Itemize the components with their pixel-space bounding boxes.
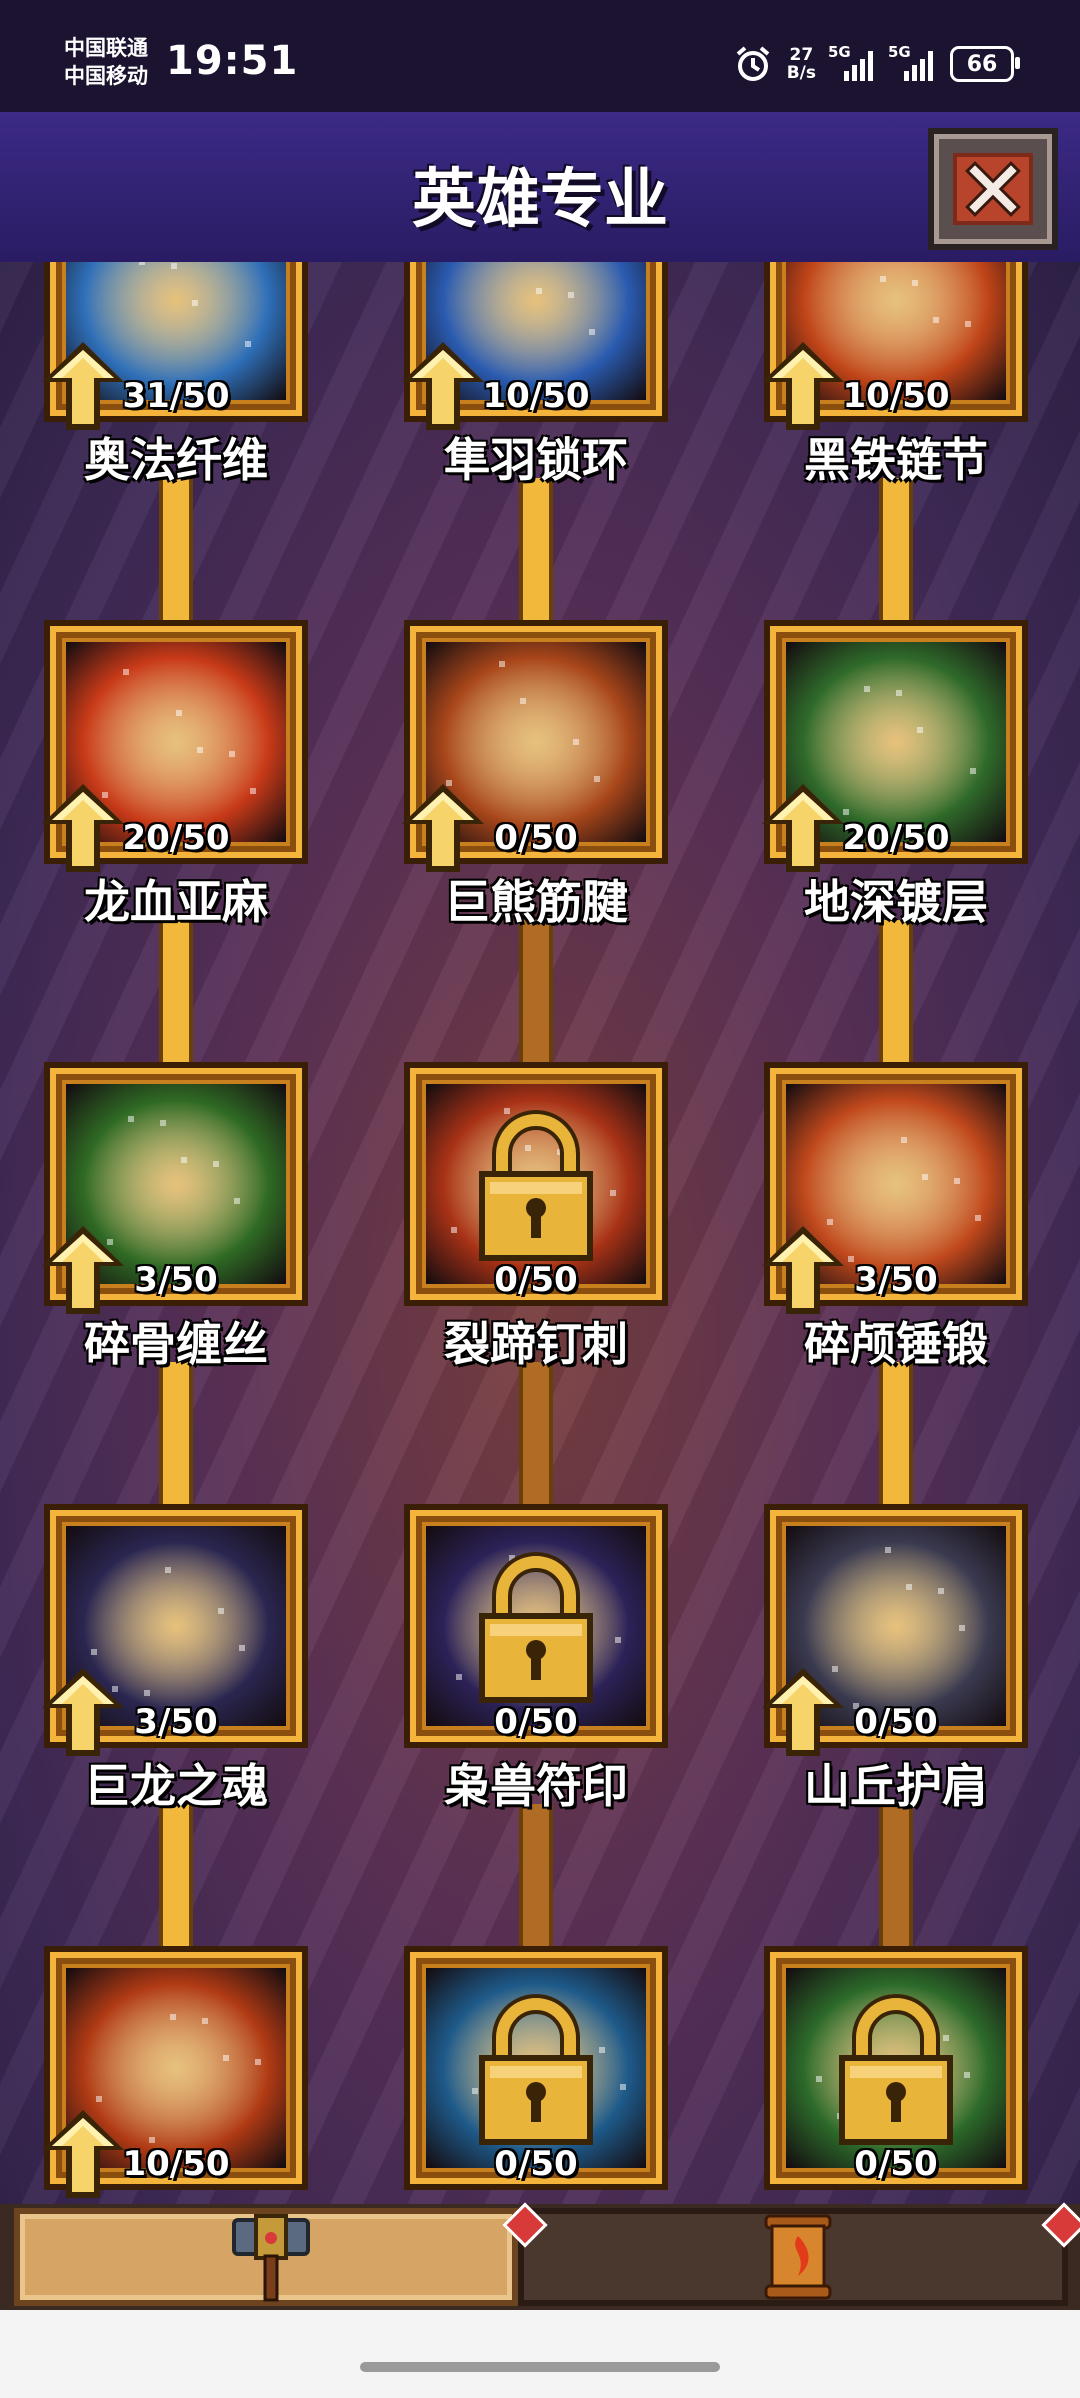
skill-node[interactable]: 0/50 巨熊筋腱 [402, 620, 668, 929]
skill-node[interactable]: 10/50 黑铁链节 [762, 262, 1028, 487]
skill-name: 碎颅锤锻 [804, 1317, 988, 1371]
skill-node[interactable]: 0/50 [404, 1946, 668, 2190]
skill-level: 3/50 [134, 1702, 218, 1742]
skill-node[interactable]: 10/50 隼羽锁环 [402, 262, 668, 487]
tree-connector [159, 1362, 193, 1508]
signal-2-label: 5G [888, 43, 911, 61]
page-header: 英雄专业 [0, 112, 1080, 268]
skill-level: 3/50 [134, 1260, 218, 1300]
skill-name: 巨龙之魂 [84, 1759, 268, 1813]
skill-name: 龙血亚麻 [84, 875, 268, 929]
skill-node[interactable]: 3/50 碎颅锤锻 [762, 1062, 1028, 1371]
tree-connector [879, 1804, 913, 1950]
carrier-2: 中国移动 [64, 64, 148, 88]
tree-connector [519, 1362, 553, 1508]
skill-node[interactable]: 0/50 枭兽符印 [404, 1504, 668, 1813]
skill-node[interactable]: 0/50 [764, 1946, 1028, 2190]
signal-1-icon: 5G [828, 43, 876, 81]
battery-icon: 66 [950, 46, 1020, 82]
skill-name: 巨熊筋腱 [444, 875, 628, 929]
close-button[interactable] [928, 128, 1058, 250]
skill-name: 山丘护肩 [804, 1759, 988, 1813]
skill-level: 20/50 [842, 818, 950, 858]
skill-tree[interactable]: 31/50 奥法纤维 10/50 隼羽锁环 10/50 黑铁链节 20/50 龙血亚麻 0/50… [0, 262, 1080, 2210]
lock-icon [426, 1526, 646, 1726]
skill-node[interactable]: 0/50 山丘护肩 [762, 1504, 1028, 1813]
skill-node[interactable]: 3/50 碎骨缠丝 [42, 1062, 308, 1371]
skill-name: 黑铁链节 [804, 433, 988, 487]
skill-level: 0/50 [854, 2144, 938, 2184]
tree-connector [519, 478, 553, 624]
tree-connector [519, 920, 553, 1066]
skill-level: 10/50 [482, 376, 590, 416]
skill-node[interactable]: 0/50 裂蹄钉刺 [404, 1062, 668, 1371]
skill-node[interactable]: 31/50 奥法纤维 [42, 262, 308, 487]
lock-icon [426, 1968, 646, 2168]
signal-2-icon: 5G [888, 43, 936, 81]
tree-connector [879, 478, 913, 624]
skill-level: 31/50 [122, 376, 230, 416]
lock-icon [786, 1968, 1006, 2168]
clock: 19:51 [166, 38, 299, 84]
close-icon [953, 153, 1033, 225]
lock-icon [426, 1084, 646, 1284]
skill-level: 10/50 [122, 2144, 230, 2184]
tree-connector [159, 920, 193, 1066]
tree-connector [159, 1804, 193, 1950]
skill-name: 裂蹄钉刺 [444, 1317, 628, 1371]
skill-level: 10/50 [842, 376, 950, 416]
net-speed: 27 B/s [787, 46, 816, 82]
skill-level: 20/50 [122, 818, 230, 858]
skill-level: 0/50 [494, 818, 578, 858]
nav-area [0, 2310, 1080, 2398]
tree-connector [159, 478, 193, 624]
skill-node[interactable]: 20/50 地深镀层 [762, 620, 1028, 929]
skill-name: 隼羽锁环 [444, 433, 628, 487]
tree-connector [519, 1804, 553, 1950]
skill-name: 奥法纤维 [84, 433, 268, 487]
tree-connector [879, 920, 913, 1066]
status-icons: 27 B/s 5G 5G 66 [733, 40, 1020, 88]
skill-node[interactable]: 20/50 龙血亚麻 [42, 620, 308, 929]
skill-node[interactable]: 3/50 巨龙之魂 [42, 1504, 308, 1813]
carrier-1: 中国联通 [64, 36, 148, 60]
tree-connector [879, 1362, 913, 1508]
skill-level: 0/50 [494, 2144, 578, 2184]
battery-level: 66 [966, 51, 998, 77]
net-speed-value: 27 [789, 45, 814, 65]
skill-node[interactable]: 10/50 [42, 1946, 308, 2198]
scroll-tab-icon [764, 2214, 832, 2300]
page-title: 英雄专业 [412, 163, 668, 237]
skill-name: 枭兽符印 [444, 1759, 628, 1813]
skill-name: 碎骨缠丝 [84, 1317, 268, 1371]
alarm-icon [736, 46, 770, 81]
skill-level: 0/50 [494, 1702, 578, 1742]
skill-level: 0/50 [494, 1260, 578, 1300]
hammer-tab-icon [232, 2214, 310, 2302]
skill-level: 3/50 [854, 1260, 938, 1300]
skill-name: 地深镀层 [804, 875, 988, 929]
carrier-info: 中国联通 中国移动 [64, 34, 148, 90]
skill-level: 0/50 [854, 1702, 938, 1742]
home-indicator[interactable] [360, 2362, 720, 2372]
net-speed-unit: B/s [786, 63, 816, 83]
status-bar: 中国联通 中国移动 19:51 27 B/s 5G 5G 66 [0, 0, 1080, 112]
tab-scroll[interactable] [518, 2208, 1068, 2306]
tab-hammer[interactable] [14, 2208, 518, 2306]
signal-1-label: 5G [828, 43, 851, 61]
